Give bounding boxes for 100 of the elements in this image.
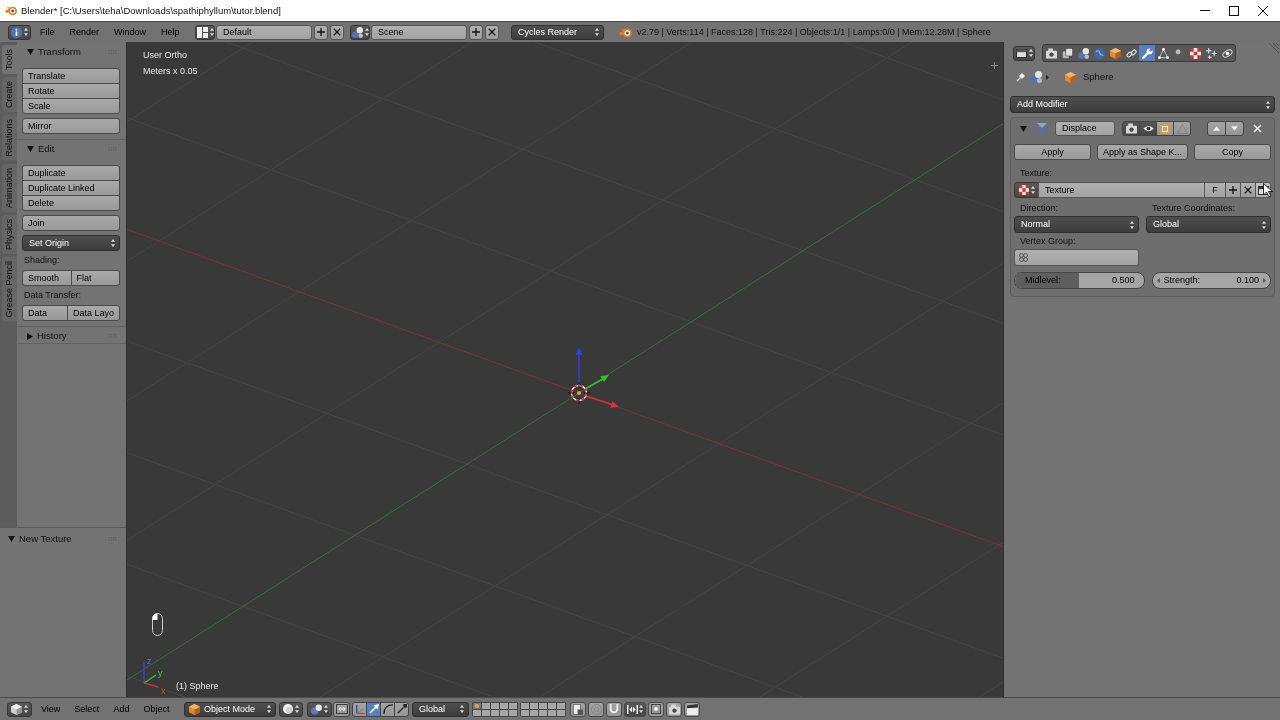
maximize-icon[interactable] — [1229, 5, 1239, 16]
render-toggle[interactable] — [1122, 121, 1140, 136]
layer-button[interactable] — [482, 702, 490, 709]
delete-scene-button[interactable] — [485, 24, 499, 40]
layer-button[interactable] — [509, 709, 517, 716]
manipulator-button[interactable] — [394, 701, 409, 717]
tool-button[interactable]: Flat — [70, 270, 120, 286]
menu-dropdown[interactable]: Set Origin — [22, 235, 120, 251]
layer-button[interactable] — [557, 702, 565, 709]
action-button[interactable]: Copy — [1194, 144, 1271, 160]
viewport-toggle[interactable] — [1139, 121, 1157, 136]
action-button[interactable]: Apply as Shape K... — [1096, 144, 1189, 160]
context-tab[interactable] — [1091, 45, 1107, 61]
direction-dropdown[interactable]: Normal — [1014, 216, 1139, 233]
add-layout-button[interactable] — [314, 24, 328, 40]
layer-button[interactable] — [473, 709, 481, 716]
layout-name-field[interactable]: Default — [216, 24, 312, 40]
pin-icon[interactable] — [1016, 72, 1026, 82]
panel-title[interactable]: History — [37, 330, 67, 342]
proportional-button[interactable] — [588, 701, 604, 717]
texture-name-field[interactable]: Texture — [1038, 182, 1205, 198]
layer-button[interactable] — [530, 702, 538, 709]
action-button[interactable]: Apply — [1014, 144, 1091, 160]
menu-item[interactable]: View — [41, 703, 61, 715]
tool-button[interactable]: Duplicate — [22, 165, 120, 181]
cage-toggle[interactable] — [1173, 121, 1191, 136]
layer-button[interactable] — [548, 709, 556, 716]
layer-button[interactable] — [473, 702, 481, 709]
snap-target-button[interactable] — [648, 701, 664, 717]
unlink-button[interactable] — [1240, 182, 1256, 198]
disclosure-triangle-icon[interactable] — [8, 536, 15, 542]
layer-button[interactable] — [500, 709, 508, 716]
tool-button[interactable]: Mirror — [22, 118, 120, 134]
scene-name-field[interactable]: Scene — [371, 24, 467, 40]
render-engine-dropdown[interactable]: Cycles Render — [511, 24, 604, 40]
add-scene-button[interactable] — [469, 24, 483, 40]
snap-element-button[interactable] — [624, 701, 646, 717]
tool-button[interactable]: Data — [22, 305, 68, 321]
tool-button[interactable]: Translate — [22, 68, 120, 84]
context-tab[interactable] — [1203, 45, 1219, 61]
layer-button[interactable] — [548, 702, 556, 709]
tool-button[interactable]: Scale — [22, 98, 120, 114]
move-down-button[interactable] — [1225, 121, 1244, 136]
tool-button[interactable]: Data Layo — [66, 305, 120, 321]
menu-item[interactable]: Window — [114, 26, 147, 38]
editmode-toggle[interactable] — [1156, 121, 1174, 136]
strength-field[interactable]: Strength: 0.100 — [1151, 272, 1271, 289]
render-still-button[interactable] — [666, 701, 682, 717]
menu-item[interactable]: Help — [161, 26, 180, 38]
menu-item[interactable]: Render — [69, 26, 100, 38]
scene-button[interactable] — [350, 24, 370, 40]
menu-item[interactable]: Select — [74, 703, 100, 715]
fake-user-button[interactable]: F — [1204, 182, 1226, 198]
menu-item[interactable]: File — [40, 26, 55, 38]
layer-button[interactable] — [521, 702, 529, 709]
vertex-group-field[interactable] — [1014, 249, 1139, 266]
tool-button[interactable]: Delete — [22, 195, 120, 211]
orientation-dropdown[interactable]: Global — [412, 701, 469, 717]
y-axis-arrow[interactable] — [584, 375, 609, 390]
layer-button[interactable] — [530, 709, 538, 716]
disclosure-triangle-icon[interactable] — [27, 49, 34, 55]
plus-icon[interactable] — [991, 62, 998, 69]
context-tab[interactable] — [1043, 45, 1059, 61]
layer-button[interactable] — [539, 709, 547, 716]
render-animation-button[interactable] — [684, 701, 700, 717]
context-tab[interactable] — [1107, 45, 1123, 61]
editor-type-button[interactable] — [8, 24, 31, 40]
screen-layout-button[interactable] — [195, 24, 215, 40]
move-up-button[interactable] — [1207, 121, 1226, 136]
panel-title[interactable]: Transform — [38, 46, 81, 58]
tool-button[interactable]: Smooth — [22, 270, 72, 286]
new-texture-button[interactable] — [1225, 182, 1241, 198]
manipulator-toggle[interactable] — [333, 701, 350, 717]
menu-item[interactable]: Add — [113, 703, 130, 715]
texture-browse-button[interactable] — [1014, 182, 1039, 198]
layer-button[interactable] — [482, 709, 490, 716]
delete-layout-button[interactable] — [330, 24, 344, 40]
corner-grip-icon[interactable] — [1269, 43, 1279, 53]
panel-title[interactable]: Edit — [38, 143, 55, 155]
context-tab[interactable] — [1075, 45, 1091, 61]
context-tab[interactable] — [1059, 45, 1075, 61]
add-modifier-dropdown[interactable]: Add Modifier — [1010, 96, 1275, 113]
context-tab[interactable] — [1155, 45, 1171, 61]
layer-button[interactable] — [557, 709, 565, 716]
tool-button[interactable]: Duplicate Linked — [22, 180, 120, 196]
layer-button[interactable] — [521, 709, 529, 716]
pivot-button[interactable] — [307, 701, 332, 717]
midlevel-slider[interactable]: Midlevel: 0.500 — [1014, 272, 1145, 289]
context-tab[interactable] — [1139, 45, 1155, 61]
disclosure-triangle-icon[interactable] — [27, 146, 34, 152]
x-axis-arrow[interactable] — [585, 395, 619, 408]
layer-button[interactable] — [539, 702, 547, 709]
coordinates-dropdown[interactable]: Global — [1146, 216, 1271, 233]
editor-type-button[interactable] — [1013, 45, 1035, 61]
layer-button[interactable] — [509, 702, 517, 709]
panel-title[interactable]: New Texture — [19, 533, 72, 545]
shading-button[interactable] — [279, 701, 303, 717]
disclosure-triangle-icon[interactable] — [27, 332, 33, 340]
layer-button[interactable] — [491, 702, 499, 709]
disclosure-triangle-icon[interactable] — [1020, 125, 1027, 132]
